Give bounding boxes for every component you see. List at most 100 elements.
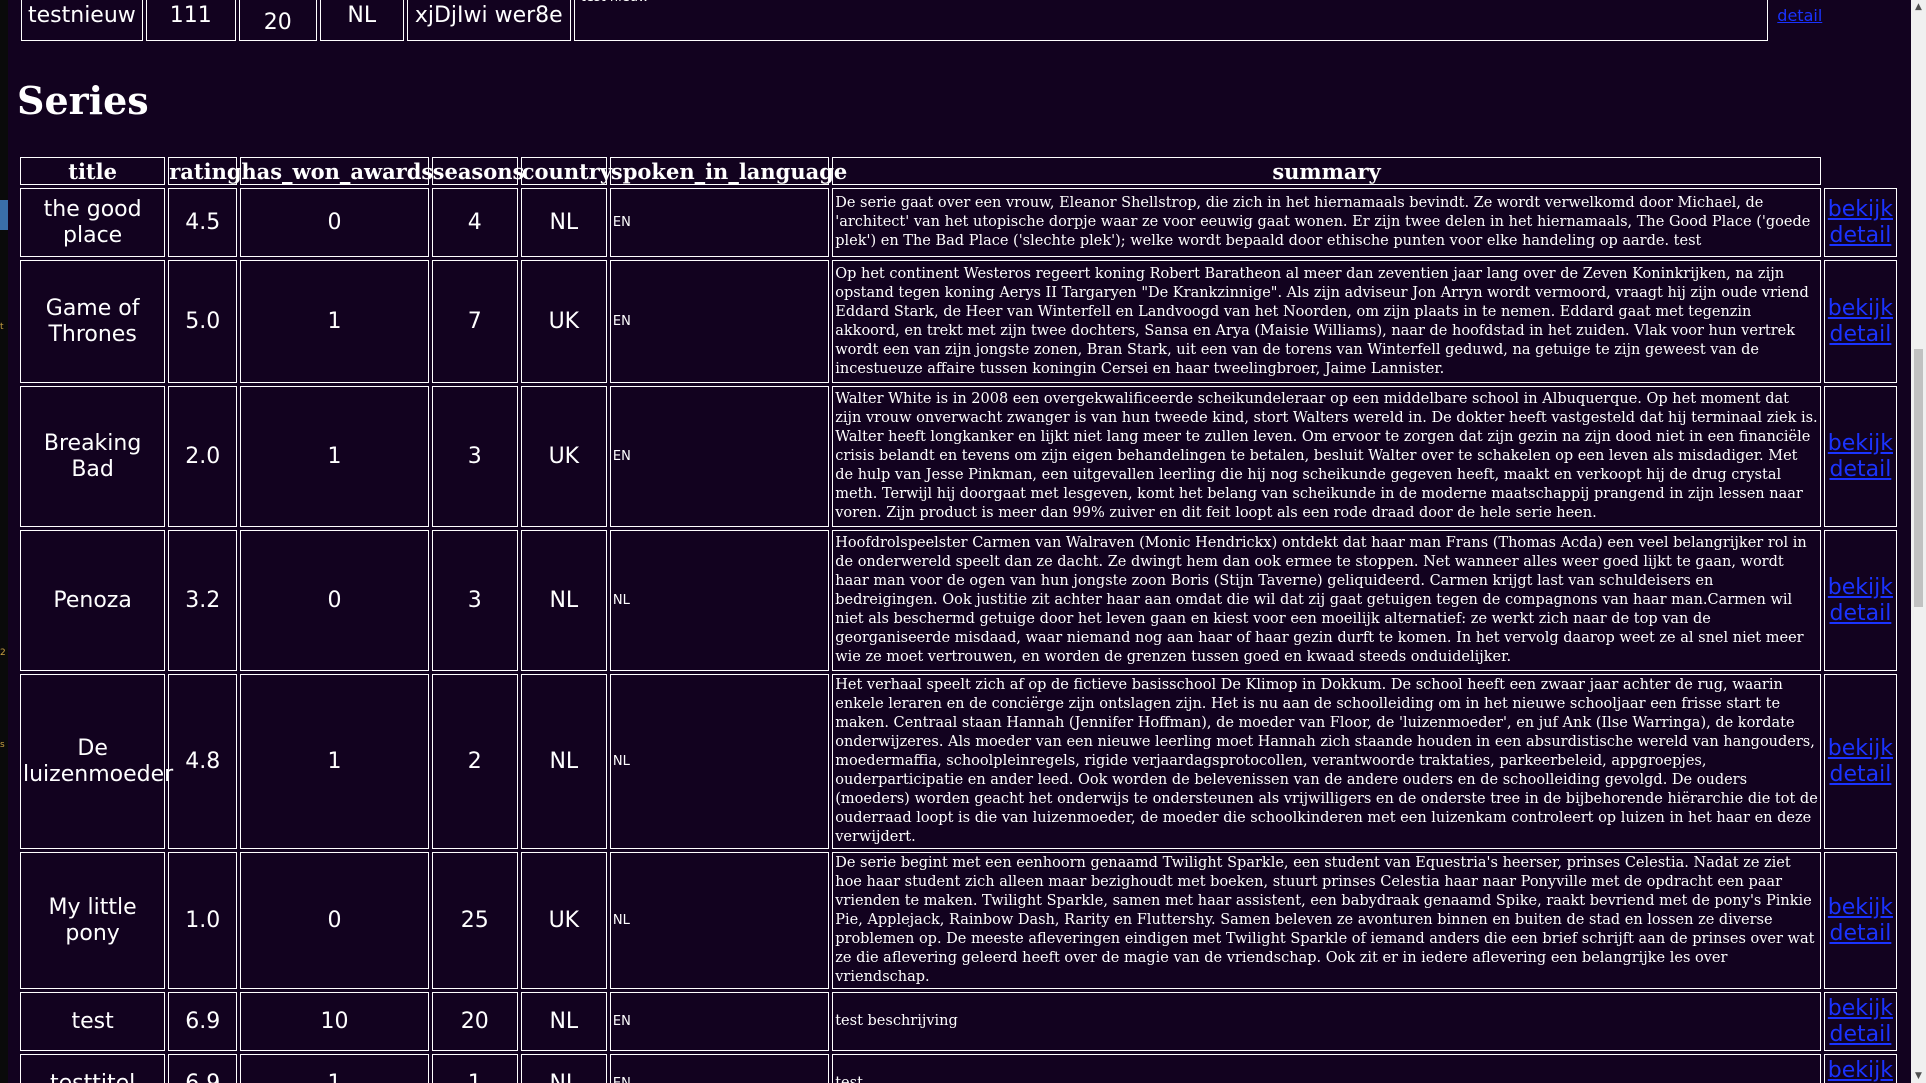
bekijk-detail-link[interactable]: bekijkdetail [1828, 895, 1893, 946]
cell-detail: bekijkdetail [1823, 530, 1897, 671]
cell-title: Game of Thrones [20, 260, 166, 383]
cell-spoken-in-language: NL [609, 674, 830, 849]
table-row: testtitel 6.9 1 1 NL EN test bekijkdetai… [20, 1054, 1897, 1083]
bekijk-detail-link[interactable]: bekijkdetail [1828, 431, 1893, 482]
cell-detail: bekijkdetail [1823, 1054, 1897, 1083]
previous-cell-summary: test nieuw [573, 0, 1768, 41]
link-label-line1: bekijk [1827, 1057, 1894, 1083]
cell-rating: 6.9 [168, 1054, 238, 1083]
cell-has-won-awards: 1 [240, 386, 429, 527]
header-title: title [20, 157, 166, 185]
page: t 2 s testnieuw 111 20 NL xjDjIwi wer8e … [0, 0, 1926, 1083]
previous-cell-title: testnieuw [21, 0, 143, 41]
cell-has-won-awards: 0 [240, 188, 429, 257]
bekijk-detail-link[interactable]: bekijkdetail [1828, 736, 1893, 787]
bekijk-detail-link[interactable]: bekijkdetail [1828, 996, 1893, 1047]
table-row: test 6.9 10 20 NL EN test beschrijving b… [20, 992, 1897, 1051]
bekijk-detail-link[interactable]: bekijkdetail [1828, 197, 1893, 248]
cell-spoken-in-language: EN [609, 992, 830, 1051]
cell-seasons: 3 [431, 530, 518, 671]
cell-rating: 1.0 [168, 852, 238, 989]
previous-cell-country: NL [319, 0, 404, 41]
cell-spoken-in-language: EN [609, 1054, 830, 1083]
previous-cell-language: xjDjIwi wer8e [406, 0, 571, 41]
cell-country: UK [520, 386, 607, 527]
cell-has-won-awards: 1 [240, 674, 429, 849]
table-row: Breaking Bad 2.0 1 3 UK EN Walter White … [20, 386, 1897, 527]
cell-title: the good place [20, 188, 166, 257]
header-summary: summary [832, 157, 1821, 185]
cell-has-won-awards: 10 [240, 992, 429, 1051]
vertical-scrollbar[interactable]: ▲ ▼ [1911, 0, 1926, 1083]
link-label-line1: bekijk [1827, 735, 1894, 761]
link-label-line1: bekijk [1827, 295, 1894, 321]
table-row: the good place 4.5 0 4 NL EN De serie ga… [20, 188, 1897, 257]
header-country: country [520, 157, 613, 185]
cell-country: UK [520, 260, 607, 383]
bekijk-detail-link[interactable]: bekijkdetail [1828, 296, 1893, 347]
previous-detail-link[interactable]: detail [1777, 6, 1822, 25]
cell-summary: De serie begint met een eenhoorn genaamd… [832, 852, 1821, 989]
cell-summary: Hoofdrolspeelster Carmen van Walraven (M… [832, 530, 1821, 671]
cell-has-won-awards: 1 [240, 260, 429, 383]
cell-title: test [20, 992, 166, 1051]
cell-country: UK [520, 852, 607, 989]
left-edge-highlight [0, 200, 8, 230]
link-label-line2: detail [1829, 761, 1892, 787]
cell-seasons: 2 [431, 674, 518, 849]
scrollbar-thumb[interactable] [1914, 348, 1923, 607]
link-label-line2: detail [1829, 1021, 1892, 1047]
cell-has-won-awards: 1 [240, 1054, 429, 1083]
cell-country: NL [520, 530, 607, 671]
cell-seasons: 1 [431, 1054, 518, 1083]
link-label-line2: detail [1829, 456, 1892, 482]
link-label-line1: bekijk [1827, 430, 1894, 456]
cell-seasons: 3 [431, 386, 518, 527]
cell-title: Penoza [20, 530, 166, 671]
left-window-edge: t 2 s [0, 0, 8, 1083]
cell-spoken-in-language: NL [609, 530, 830, 671]
cell-country: NL [520, 992, 607, 1051]
scroll-up-arrow-icon[interactable]: ▲ [1911, 0, 1926, 14]
cell-spoken-in-language: NL [609, 852, 830, 989]
cell-spoken-in-language: EN [609, 260, 830, 383]
cell-rating: 2.0 [168, 386, 238, 527]
link-label-line2: detail [1829, 600, 1892, 626]
cell-title: My little pony [20, 852, 166, 989]
cell-summary: De serie gaat over een vrouw, Eleanor Sh… [832, 188, 1821, 257]
cell-title: Breaking Bad [20, 386, 166, 527]
cell-rating: 6.9 [168, 992, 238, 1051]
cell-detail: bekijkdetail [1823, 852, 1897, 989]
previous-table: testnieuw 111 20 NL xjDjIwi wer8e test n… [18, 0, 1832, 44]
link-label-line1: bekijk [1827, 196, 1894, 222]
header-has-won-awards: has_won_awards [240, 157, 434, 185]
cell-rating: 4.8 [168, 674, 238, 849]
header-rating: rating [168, 157, 242, 185]
link-label-line2: detail [1829, 920, 1892, 946]
cell-summary: Walter White is in 2008 een overgekwalif… [832, 386, 1821, 527]
section-title: Series [17, 78, 149, 123]
cell-detail: bekijkdetail [1823, 188, 1897, 257]
left-edge-fragment: s [0, 740, 5, 750]
cell-detail: bekijkdetail [1823, 386, 1897, 527]
cell-title: testtitel [20, 1054, 166, 1083]
header-blank [1823, 157, 1897, 185]
cell-country: NL [520, 1054, 607, 1083]
cell-spoken-in-language: EN [609, 188, 830, 257]
left-edge-fragment: t [0, 322, 4, 332]
bekijk-detail-link[interactable]: bekijkdetail [1828, 575, 1893, 626]
series-table: title rating has_won_awards seasons coun… [17, 154, 1900, 1083]
left-edge-fragment: 2 [0, 648, 6, 658]
cell-summary: Op het continent Westeros regeert koning… [832, 260, 1821, 383]
link-label-line1: bekijk [1827, 574, 1894, 600]
cell-seasons: 4 [431, 188, 518, 257]
cell-summary: Het verhaal speelt zich af op de fictiev… [832, 674, 1821, 849]
cell-country: NL [520, 674, 607, 849]
scroll-down-arrow-icon[interactable]: ▼ [1911, 1069, 1926, 1083]
cell-spoken-in-language: EN [609, 386, 830, 527]
cell-title: De luizenmoeder [20, 674, 173, 849]
link-label-line2: detail [1829, 222, 1892, 248]
cell-detail: bekijkdetail [1823, 674, 1897, 849]
cell-has-won-awards: 0 [240, 530, 429, 671]
bekijk-detail-link[interactable]: bekijkdetail [1828, 1058, 1893, 1083]
